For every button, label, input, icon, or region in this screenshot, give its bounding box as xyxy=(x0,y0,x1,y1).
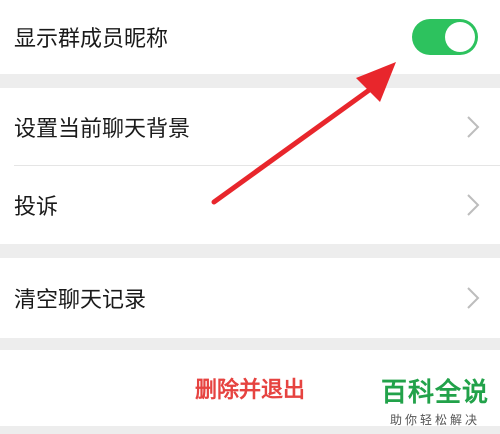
show-nickname-toggle[interactable] xyxy=(412,19,478,55)
set-background-label: 设置当前聊天背景 xyxy=(14,117,191,142)
clear-history-label: 清空聊天记录 xyxy=(14,288,147,313)
complain-row[interactable]: 投诉 xyxy=(0,166,500,244)
show-nickname-label: 显示群成员昵称 xyxy=(14,27,169,52)
complain-label: 投诉 xyxy=(14,195,59,220)
watermark-logo: 百科全说 助你轻松解决 xyxy=(380,372,490,428)
watermark-title: 百科全说 xyxy=(380,378,489,408)
show-nickname-row: 显示群成员昵称 xyxy=(0,0,500,74)
chevron-right-icon xyxy=(467,194,480,216)
watermark-subtitle: 助你轻松解决 xyxy=(389,413,480,427)
set-background-row[interactable]: 设置当前聊天背景 xyxy=(0,88,500,166)
clear-history-row[interactable]: 清空聊天记录 xyxy=(0,258,500,338)
chevron-right-icon xyxy=(467,116,480,138)
chevron-right-icon xyxy=(467,287,480,309)
toggle-knob xyxy=(445,22,475,52)
